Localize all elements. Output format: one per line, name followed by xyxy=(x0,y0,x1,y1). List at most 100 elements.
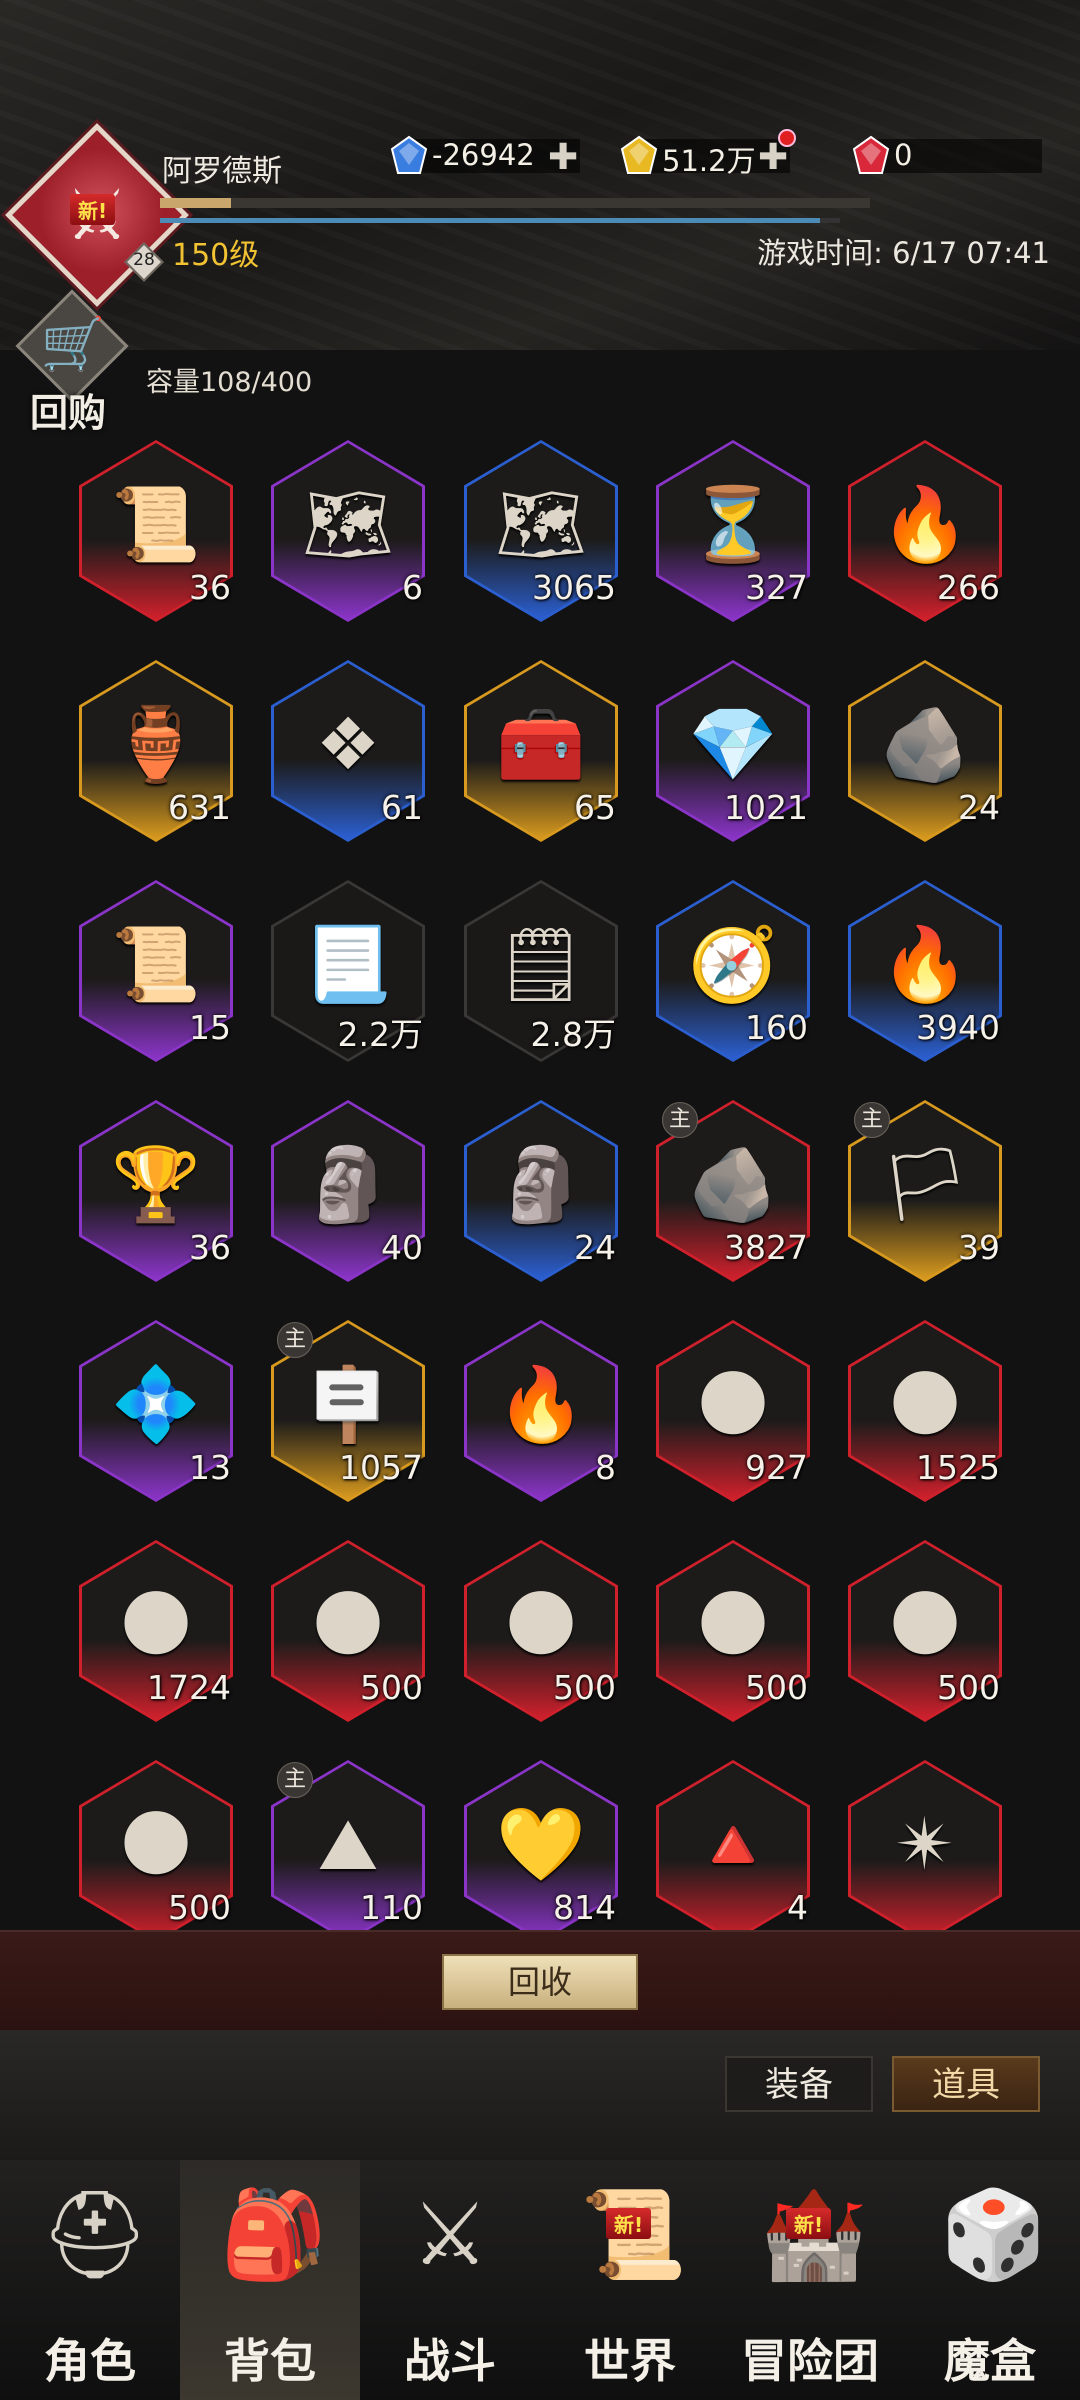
moon-rock-icon: 🌑 xyxy=(310,1582,386,1666)
xp-bar xyxy=(160,198,870,208)
nav-castle[interactable]: 🏰新!冒险团 xyxy=(720,2160,900,2400)
cart-icon: 🛒 xyxy=(40,315,106,375)
player-name: 阿罗德斯 xyxy=(162,154,282,189)
inventory-slot[interactable]: ❖ 61 xyxy=(271,660,425,842)
inventory-slot[interactable]: 🏺 631 xyxy=(79,660,233,842)
moon-rock-icon: 🌑 xyxy=(887,1582,963,1666)
bottom-nav: ⛑角色🎒背包⚔战斗📜新!世界🏰新!冒险团 🎲 魔盒 xyxy=(0,2160,1080,2400)
nav-backpack[interactable]: 🎒 背包 xyxy=(180,2160,360,2400)
red-gem-value: 0 xyxy=(894,138,913,172)
capacity-label: 容量108/400 xyxy=(146,367,313,398)
magic-cube-icon: 🎲 xyxy=(940,2185,1048,2285)
top-header: ⚔ 新! 28 阿罗德斯 -26942 ✚ 51.2万✚ 0 150级 游戏时间: 6… xyxy=(0,0,1080,350)
inventory-slot[interactable]: 🗺 6 xyxy=(271,440,425,622)
item-count: 110 xyxy=(360,1888,423,1927)
recycle-button[interactable]: 回收 xyxy=(442,1954,638,2010)
nav-world-scroll[interactable]: 📜新!世界 xyxy=(540,2160,720,2400)
inventory-slot[interactable]: 🗒 2.8万 xyxy=(464,880,618,1062)
inventory-slot[interactable]: 🏳 主 39 xyxy=(848,1100,1002,1282)
rank-badge: 28 xyxy=(124,242,164,282)
inventory-slot[interactable]: 🌑 500 xyxy=(656,1540,810,1722)
inventory-slot[interactable]: 🔥 266 xyxy=(848,440,1002,622)
plus-icon[interactable]: ✚ xyxy=(548,137,578,178)
item-grid: 📜 36 🗺 6 🗺 3065 ⏳ 327 🔥 266 🏺 631 ❖ 61 🧰 65 💎 1021 🪨 24 📜 15 📃… xyxy=(0,430,1080,1932)
rune-tablet-icon: 🗿 xyxy=(303,1142,393,1226)
main-badge: 主 xyxy=(854,1102,890,1138)
new-badge: 新! xyxy=(786,2208,832,2239)
torch-icon: 🔥 xyxy=(880,922,970,1006)
chalice-icon: 🏆 xyxy=(111,1142,201,1226)
player-level: 150级 xyxy=(172,238,260,273)
notification-dot xyxy=(778,129,796,147)
inventory-slot[interactable]: 🌑 500 xyxy=(271,1540,425,1722)
player-avatar[interactable]: ⚔ 新! 28 xyxy=(5,123,189,307)
golden-crystal-icon: 💛 xyxy=(496,1802,586,1886)
inventory-slot[interactable]: 🔥 3940 xyxy=(848,880,1002,1062)
treasure-map-icon: 🗺 xyxy=(302,482,394,566)
inventory-slot[interactable]: 🗿 24 xyxy=(464,1100,618,1282)
inventory-slot[interactable]: 🪨 主 3827 xyxy=(656,1100,810,1282)
inventory-slot[interactable]: 🪨 24 xyxy=(848,660,1002,842)
nav-sword-shield[interactable]: ⚔ 战斗 xyxy=(360,2160,540,2400)
inventory-slot[interactable]: ⏳ 327 xyxy=(656,440,810,622)
inventory-slot[interactable]: 🌑 1724 xyxy=(79,1540,233,1722)
game-time: 游戏时间: 6/17 07:41 xyxy=(757,236,1050,270)
recycle-bar: 回收 xyxy=(0,1930,1080,2030)
carved-stone-icon: 🪨 xyxy=(688,1142,778,1226)
inventory-slot[interactable]: ⛰ 主 110 xyxy=(271,1760,425,1932)
nav-label: 魔盒 xyxy=(944,2334,1036,2388)
laurel-crystal-icon: ❖ xyxy=(315,702,381,786)
blue-gem-value: -26942 xyxy=(432,138,535,172)
compass-icon: 🧭 xyxy=(688,922,778,1006)
item-count: 24 xyxy=(574,1228,616,1267)
inventory-slot[interactable]: 💎 1021 xyxy=(656,660,810,842)
inventory-slot[interactable]: 💠 13 xyxy=(79,1320,233,1502)
item-count: 40 xyxy=(381,1228,423,1267)
nav-label: 战斗 xyxy=(404,2334,496,2388)
inventory-slot[interactable]: 🌑 1525 xyxy=(848,1320,1002,1502)
stamina-bar xyxy=(160,218,840,223)
nav-helmet[interactable]: ⛑ 角色 xyxy=(0,2160,180,2400)
red-gem-currency: 0 xyxy=(850,135,1080,177)
rune-stone-icon: 🪨 xyxy=(880,702,970,786)
inventory-slot[interactable]: 🌑 500 xyxy=(848,1540,1002,1722)
torn-scroll-icon: 📃 xyxy=(303,922,393,1006)
inventory-slot[interactable]: ✴ xyxy=(848,1760,1002,1932)
backpack-icon: 🎒 xyxy=(220,2185,328,2285)
nav-magic-cube[interactable]: 🎲 魔盒 xyxy=(900,2160,1080,2400)
gold-gem-icon xyxy=(618,135,660,177)
inventory-slot[interactable]: 📜 15 xyxy=(79,880,233,1062)
inventory-slot[interactable]: 🔥 8 xyxy=(464,1320,618,1502)
buyback-button[interactable]: 🛒 回购 xyxy=(15,289,129,435)
item-count: 500 xyxy=(553,1668,616,1707)
item-count: 1057 xyxy=(339,1448,423,1487)
inventory-slot[interactable]: 🗺 3065 xyxy=(464,440,618,622)
main-badge: 主 xyxy=(277,1322,313,1358)
moon-rock-icon: 🌑 xyxy=(695,1582,771,1666)
inventory-slot[interactable]: 📃 2.2万 xyxy=(271,880,425,1062)
inventory-slot[interactable]: 🌑 500 xyxy=(79,1760,233,1932)
inventory-slot[interactable]: 🧭 160 xyxy=(656,880,810,1062)
inventory-slot[interactable]: 📜 36 xyxy=(79,440,233,622)
item-count: 500 xyxy=(168,1888,231,1927)
chest-map-icon: 🗺 xyxy=(495,482,587,566)
claw-slab-icon: 🪧 xyxy=(303,1362,393,1446)
inventory-slot[interactable]: 🧰 65 xyxy=(464,660,618,842)
item-count: 631 xyxy=(168,788,231,827)
item-count: 266 xyxy=(937,568,1000,607)
hourglass-icon: ⏳ xyxy=(688,482,778,566)
item-count: 65 xyxy=(574,788,616,827)
inventory-slot[interactable]: 🏆 36 xyxy=(79,1100,233,1282)
tab-equipment[interactable]: 装备 xyxy=(725,2056,873,2112)
inventory-slot[interactable]: 🗿 40 xyxy=(271,1100,425,1282)
moon-rock-icon: 🌑 xyxy=(118,1802,194,1886)
inventory-slot[interactable]: 🌑 927 xyxy=(656,1320,810,1502)
tab-items[interactable]: 道具 xyxy=(892,2056,1040,2112)
claw-banner-icon: 🏳 xyxy=(879,1142,971,1226)
item-count: 927 xyxy=(745,1448,808,1487)
nav-label: 世界 xyxy=(584,2334,676,2388)
inventory-slot[interactable]: 🌑 500 xyxy=(464,1540,618,1722)
inventory-slot[interactable]: 💛 814 xyxy=(464,1760,618,1932)
inventory-slot[interactable]: 🔺 4 xyxy=(656,1760,810,1932)
inventory-slot[interactable]: 🪧 主 1057 xyxy=(271,1320,425,1502)
